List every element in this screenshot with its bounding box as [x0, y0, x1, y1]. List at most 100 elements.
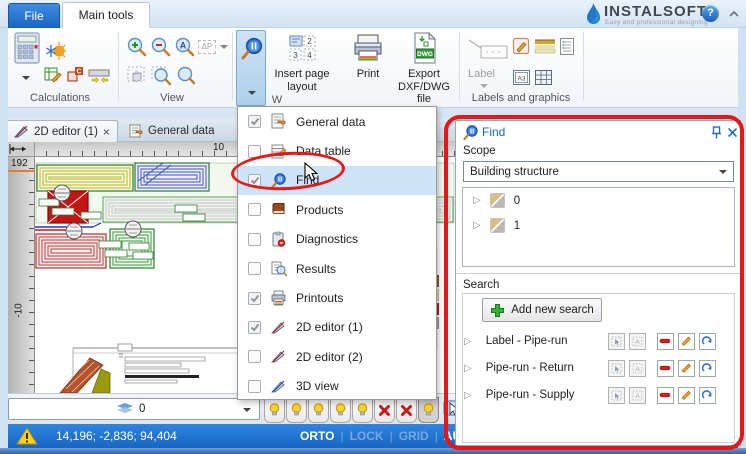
- checkbox-unchecked[interactable]: [248, 262, 261, 275]
- tree-item-storey-1[interactable]: ▷ 1: [463, 213, 734, 238]
- floor-structure-icon[interactable]: [534, 37, 556, 56]
- menu-item-find[interactable]: Find: [238, 166, 436, 195]
- search-row-label-pipe-run[interactable]: ▷ Label - Pipe-run A: [464, 331, 734, 351]
- expand-triangle-icon[interactable]: ▷: [464, 363, 472, 374]
- collapse-ribbon-icon[interactable]: [728, 9, 740, 18]
- search-row-pipe-run-return[interactable]: ▷ Pipe-run - Return A: [464, 358, 734, 378]
- storey-icon: [490, 193, 505, 208]
- pin-icon[interactable]: [711, 126, 722, 139]
- scheme-c-icon[interactable]: C: [66, 66, 84, 84]
- pipe-run-icon[interactable]: [88, 66, 110, 84]
- search-row-pipe-run-supply[interactable]: ▷ Pipe-run - Supply A: [464, 385, 734, 405]
- layer-dropdown-value: 0: [139, 403, 145, 415]
- export-dwg-icon[interactable]: DWG: [410, 32, 438, 64]
- select-text-button[interactable]: A: [629, 333, 646, 350]
- checkbox-unchecked[interactable]: [248, 145, 261, 158]
- label-dropdown-arrow[interactable]: [480, 84, 488, 88]
- zoom-in-icon[interactable]: [126, 36, 148, 58]
- checkbox-checked[interactable]: [248, 174, 261, 187]
- edit-graphic-icon[interactable]: [512, 37, 531, 56]
- expand-triangle-icon[interactable]: ▷: [473, 195, 481, 206]
- menu-item-2d-editor-2[interactable]: 2D editor (2): [238, 342, 436, 371]
- checkbox-checked[interactable]: [248, 321, 261, 334]
- checkbox-checked[interactable]: [248, 292, 261, 305]
- menu-item-general-data[interactable]: General data: [238, 107, 436, 136]
- delta-p-button[interactable]: ΔP: [198, 40, 216, 54]
- menu-item-diagnostics[interactable]: Diagnostics: [238, 225, 436, 254]
- list-icon[interactable]: [559, 37, 575, 56]
- toggle-orto[interactable]: ORTO: [300, 429, 334, 443]
- insert-page-layout-icon[interactable]: 2 3 4: [288, 34, 318, 64]
- tab-close-icon[interactable]: ×: [103, 127, 110, 137]
- checkbox-unchecked[interactable]: [248, 233, 261, 246]
- close-panel-icon[interactable]: [727, 127, 738, 138]
- add-new-search-button[interactable]: Add new search: [482, 298, 602, 322]
- checkbox-checked[interactable]: [248, 115, 261, 128]
- find-dropdown-arrow[interactable]: [248, 91, 256, 95]
- delta-p-dropdown-arrow[interactable]: [220, 45, 228, 49]
- menu-item-printouts[interactable]: Printouts: [238, 283, 436, 312]
- building-structure-tree[interactable]: ▷ 0 ▷ 1: [462, 187, 735, 267]
- tab-2d-editor-1[interactable]: 2D editor (1) ×: [6, 120, 118, 142]
- scope-dropdown[interactable]: Building structure: [463, 161, 734, 182]
- insert-page-layout-button[interactable]: Insert page layout: [270, 68, 334, 93]
- delete-search-button[interactable]: [657, 387, 674, 404]
- svg-text:4: 4: [307, 51, 312, 60]
- menu-item-2d-editor-1[interactable]: 2D editor (1): [238, 313, 436, 342]
- zoom-window-icon[interactable]: [150, 64, 172, 86]
- delete-search-button[interactable]: [657, 333, 674, 350]
- menu-item-label: 2D editor (1): [296, 320, 363, 334]
- warning-icon[interactable]: [16, 427, 38, 445]
- expand-triangle-icon[interactable]: ▷: [473, 220, 481, 231]
- toggle-lock[interactable]: LOCK: [350, 429, 384, 443]
- general-data-icon: [129, 124, 143, 138]
- tab-file[interactable]: File: [8, 3, 60, 28]
- export-dxf-dwg-button[interactable]: Export DXF/DWG file: [392, 68, 456, 106]
- scope-dropdown-arrow[interactable]: [719, 170, 727, 174]
- print-button[interactable]: Print: [345, 68, 391, 81]
- select-result-button[interactable]: [608, 333, 625, 350]
- select-result-button[interactable]: [608, 387, 625, 404]
- edit-search-button[interactable]: [678, 333, 695, 350]
- zoom-out-icon[interactable]: [150, 36, 172, 58]
- zoom-previous-icon[interactable]: [174, 64, 196, 86]
- menu-item-3d-view[interactable]: 3D view: [238, 372, 436, 401]
- pan-hand-icon[interactable]: [126, 64, 148, 86]
- help-button[interactable]: ?: [702, 5, 719, 22]
- tab-main-tools[interactable]: Main tools: [62, 2, 150, 28]
- heating-cooling-icon[interactable]: [46, 40, 68, 62]
- expand-triangle-icon[interactable]: ▷: [464, 336, 472, 347]
- rerun-search-button[interactable]: [699, 387, 716, 404]
- menu-item-results[interactable]: Results: [238, 254, 436, 283]
- find-ribbon-button[interactable]: [236, 30, 266, 106]
- page-format-a3-icon[interactable]: A3: [512, 69, 531, 86]
- calculate-dropdown-arrow[interactable]: [22, 76, 30, 80]
- checkbox-unchecked[interactable]: [248, 380, 261, 393]
- checkbox-unchecked[interactable]: [248, 203, 261, 216]
- tree-item-storey-0[interactable]: ▷ 0: [463, 188, 734, 213]
- logo-tagline: Easy and professional designing: [605, 19, 708, 26]
- expand-triangle-icon[interactable]: ▷: [464, 390, 472, 401]
- checkbox-unchecked[interactable]: [248, 350, 261, 363]
- calculate-button-icon[interactable]: [14, 32, 40, 64]
- rerun-search-button[interactable]: [699, 333, 716, 350]
- label-button[interactable]: Label: [468, 68, 495, 80]
- delete-search-button[interactable]: [657, 360, 674, 377]
- zoom-all-icon[interactable]: A: [174, 36, 196, 58]
- edit-search-button[interactable]: [678, 387, 695, 404]
- edit-table-icon[interactable]: [44, 66, 62, 84]
- select-result-button[interactable]: [608, 360, 625, 377]
- layer-dropdown[interactable]: 0: [8, 398, 260, 420]
- layer-dropdown-arrow[interactable]: [243, 408, 251, 412]
- tree-item-label: 1: [514, 220, 520, 232]
- menu-item-products[interactable]: Products: [238, 195, 436, 224]
- tab-general-data[interactable]: General data: [122, 120, 222, 142]
- edit-search-button[interactable]: [678, 360, 695, 377]
- select-text-button[interactable]: A: [629, 387, 646, 404]
- rerun-search-button[interactable]: [699, 360, 716, 377]
- toggle-grid[interactable]: GRID: [399, 429, 429, 443]
- select-text-button[interactable]: A: [629, 360, 646, 377]
- table-grid-icon[interactable]: [534, 69, 553, 86]
- print-icon[interactable]: [352, 34, 384, 64]
- menu-item-data-table[interactable]: Data table: [238, 136, 436, 165]
